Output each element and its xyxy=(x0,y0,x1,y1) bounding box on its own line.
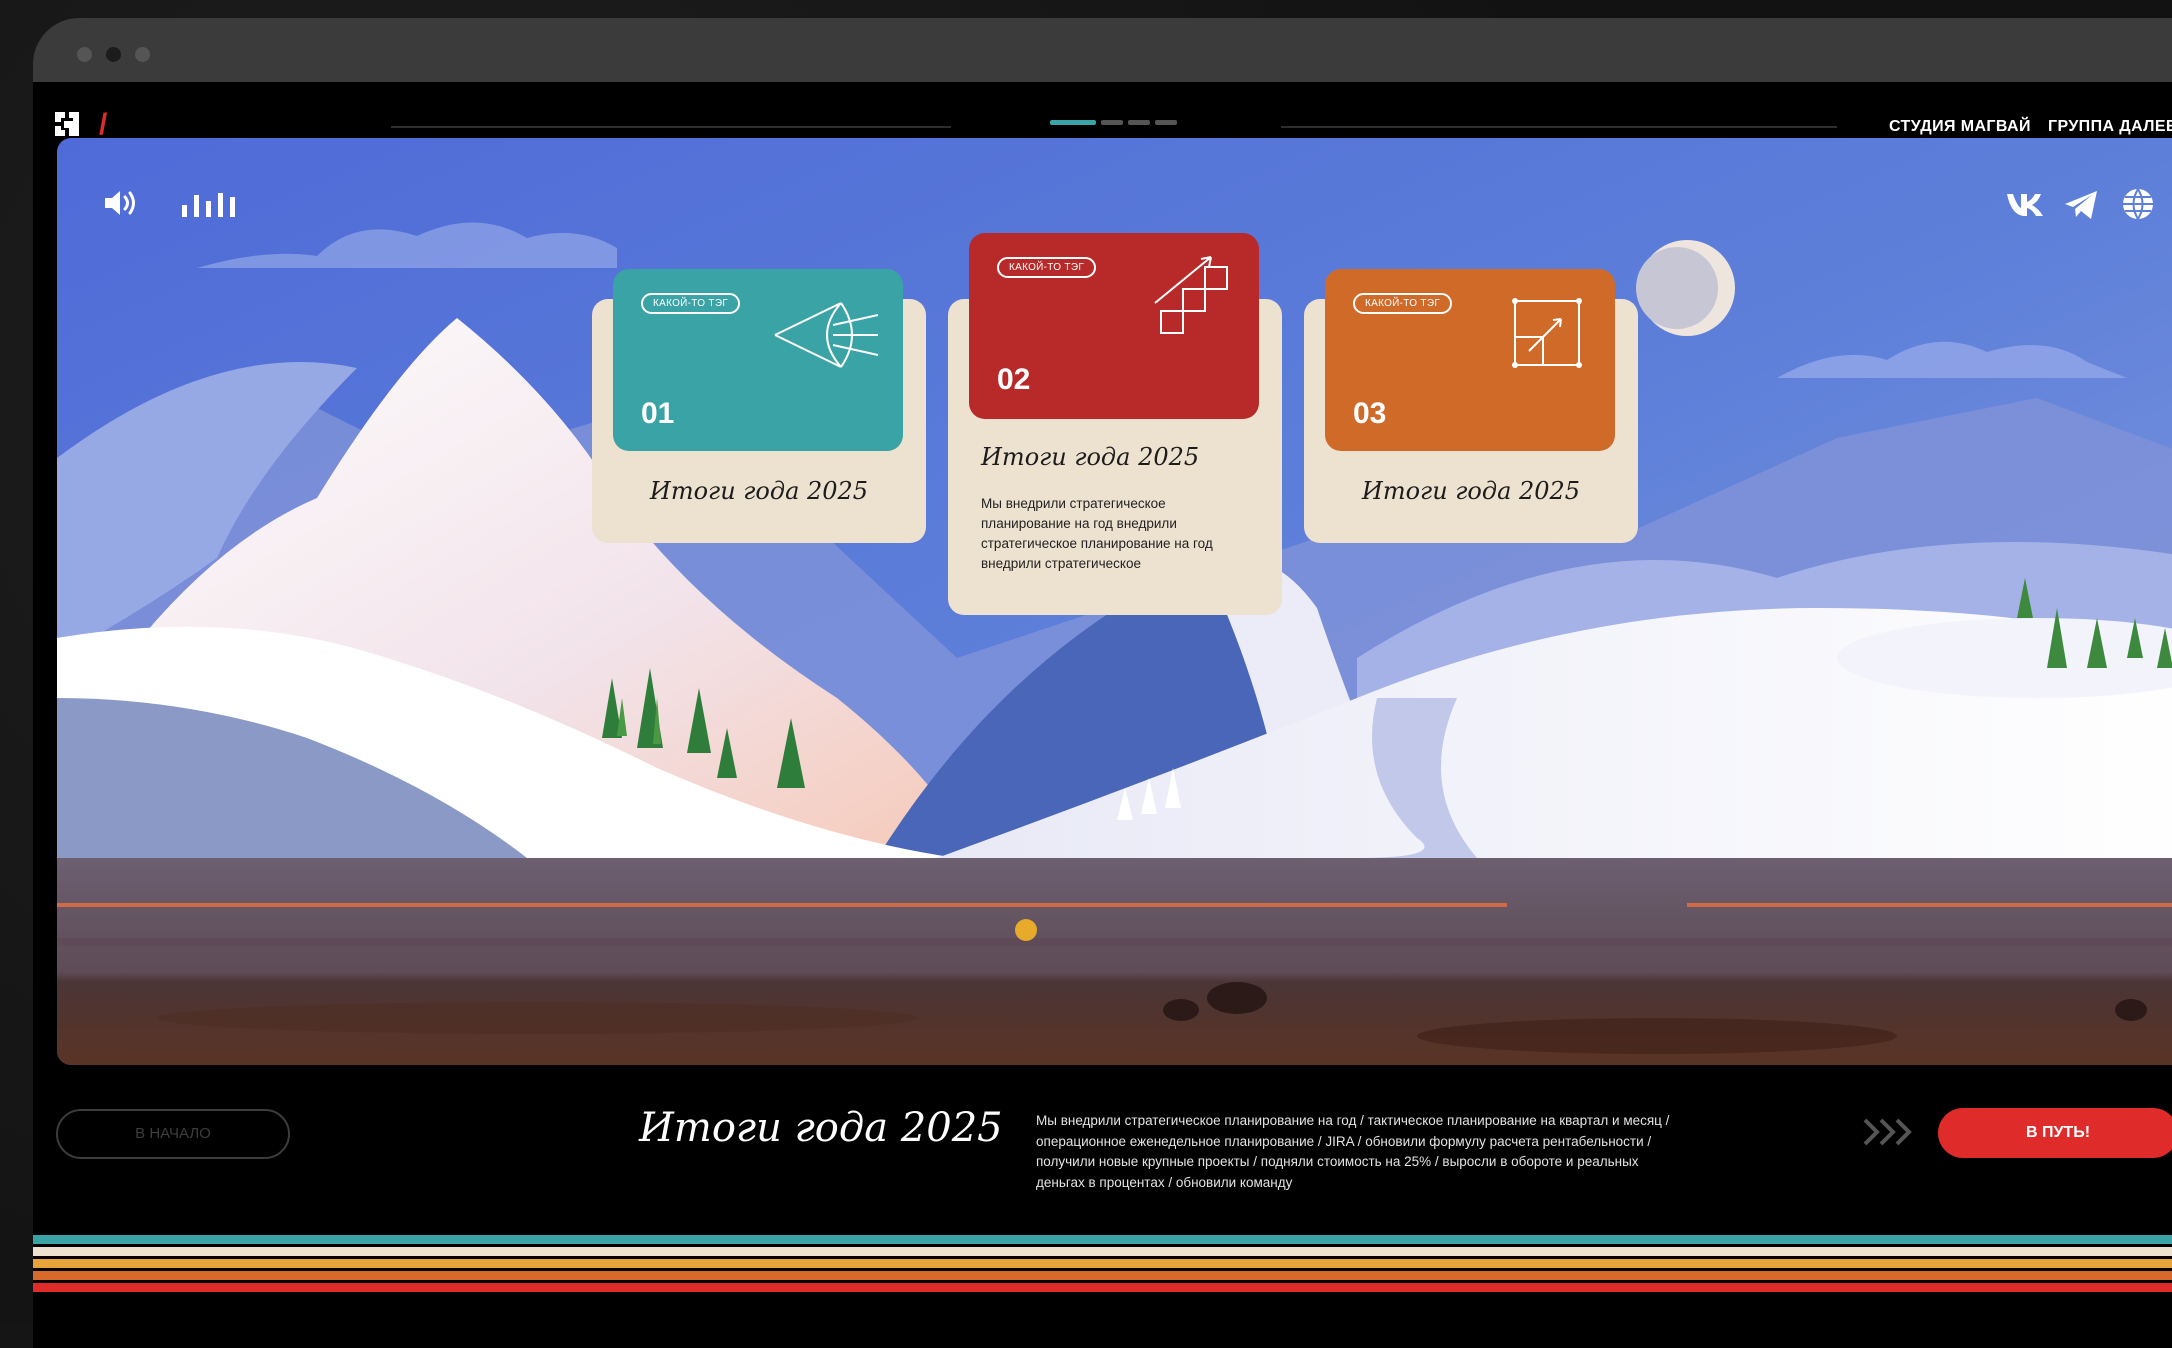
start-button[interactable]: В НАЧАЛО xyxy=(56,1109,290,1159)
vk-icon[interactable] xyxy=(2005,192,2045,218)
globe-icon[interactable] xyxy=(2121,187,2155,221)
stripe-yellow xyxy=(33,1259,2172,1268)
card-3-number: 03 xyxy=(1353,397,1387,430)
nav-link-studio[interactable]: СТУДИЯ МАГВАЙ xyxy=(1889,118,2031,136)
window-dot-minimize[interactable] xyxy=(106,47,121,62)
card-1-title: Итоги года 2025 xyxy=(649,477,869,505)
cone-icon xyxy=(774,302,879,368)
card-2-title: Итоги года 2025 xyxy=(981,443,1200,471)
go-button[interactable]: В ПУТЬ! xyxy=(1938,1108,2172,1158)
window-dot-close[interactable] xyxy=(77,47,92,62)
window-titlebar xyxy=(33,18,2172,82)
page-description: Мы внедрили стратегическое планирование … xyxy=(1036,1113,1670,1190)
card-3[interactable]: КАКОЙ-ТО ТЭГ 03 Итоги года 2025 xyxy=(1304,269,1638,543)
hero-scene: КАКОЙ-ТО ТЭГ 01 Итоги года 2025 КАКОЙ-ТО… xyxy=(57,138,2172,1065)
card-2[interactable]: КАКОЙ-ТО ТЭГ 02 Итоги года 2025 Мы внедр… xyxy=(948,233,1282,615)
card-2-description: Мы внедрили стратегическое планирование … xyxy=(981,496,1213,571)
stripe-red xyxy=(33,1283,2172,1292)
slide-progress-active[interactable] xyxy=(1050,120,1096,125)
slide-progress-3[interactable] xyxy=(1128,120,1150,125)
card-2-tag[interactable]: КАКОЙ-ТО ТЭГ xyxy=(997,257,1097,278)
equalizer-icon[interactable] xyxy=(181,189,241,217)
stripe-orange xyxy=(33,1271,2172,1280)
decorative-stripes xyxy=(33,1235,2172,1295)
stripe-teal xyxy=(33,1235,2172,1244)
card-3-header: КАКОЙ-ТО ТЭГ 03 xyxy=(1325,269,1615,451)
stripe-cream xyxy=(33,1247,2172,1256)
progress-marker[interactable] xyxy=(1015,919,1037,941)
card-1-tag[interactable]: КАКОЙ-ТО ТЭГ xyxy=(641,293,741,314)
card-3-title: Итоги года 2025 xyxy=(1361,477,1581,505)
card-1-header: КАКОЙ-ТО ТЭГ 01 xyxy=(613,269,903,451)
card-3-tag[interactable]: КАКОЙ-ТО ТЭГ xyxy=(1353,293,1453,314)
card-2-header: КАКОЙ-ТО ТЭГ 02 xyxy=(969,233,1259,419)
card-2-number: 02 xyxy=(997,363,1031,396)
logo-icon[interactable] xyxy=(55,112,79,136)
window-dot-maximize[interactable] xyxy=(135,47,150,62)
telegram-icon[interactable] xyxy=(2063,189,2099,221)
chevrons-icon xyxy=(1863,1118,1912,1146)
frame-icon xyxy=(1512,298,1582,368)
card-1[interactable]: КАКОЙ-ТО ТЭГ 01 Итоги года 2025 xyxy=(592,269,926,543)
browser-window: / СТУДИЯ МАГВАЙ ГРУППА ДАЛЕЕ КАКОЙ-ТО ТЭ… xyxy=(33,18,2172,1348)
logo-slash: / xyxy=(99,108,108,141)
page-title: Итоги года 2025 xyxy=(639,1105,1003,1151)
bottom-panel: В НАЧАЛО Итоги года 2025 Мы внедрили стр… xyxy=(33,1065,2172,1255)
speaker-icon[interactable] xyxy=(103,188,139,218)
slide-progress-4[interactable] xyxy=(1155,120,1177,125)
card-1-number: 01 xyxy=(641,397,675,430)
nav-divider-right xyxy=(1281,126,1837,128)
stairs-icon xyxy=(1154,256,1228,334)
slide-progress-2[interactable] xyxy=(1101,120,1123,125)
nav-link-group[interactable]: ГРУППА ДАЛЕЕ xyxy=(2048,118,2172,136)
nav-divider-left xyxy=(391,126,951,128)
